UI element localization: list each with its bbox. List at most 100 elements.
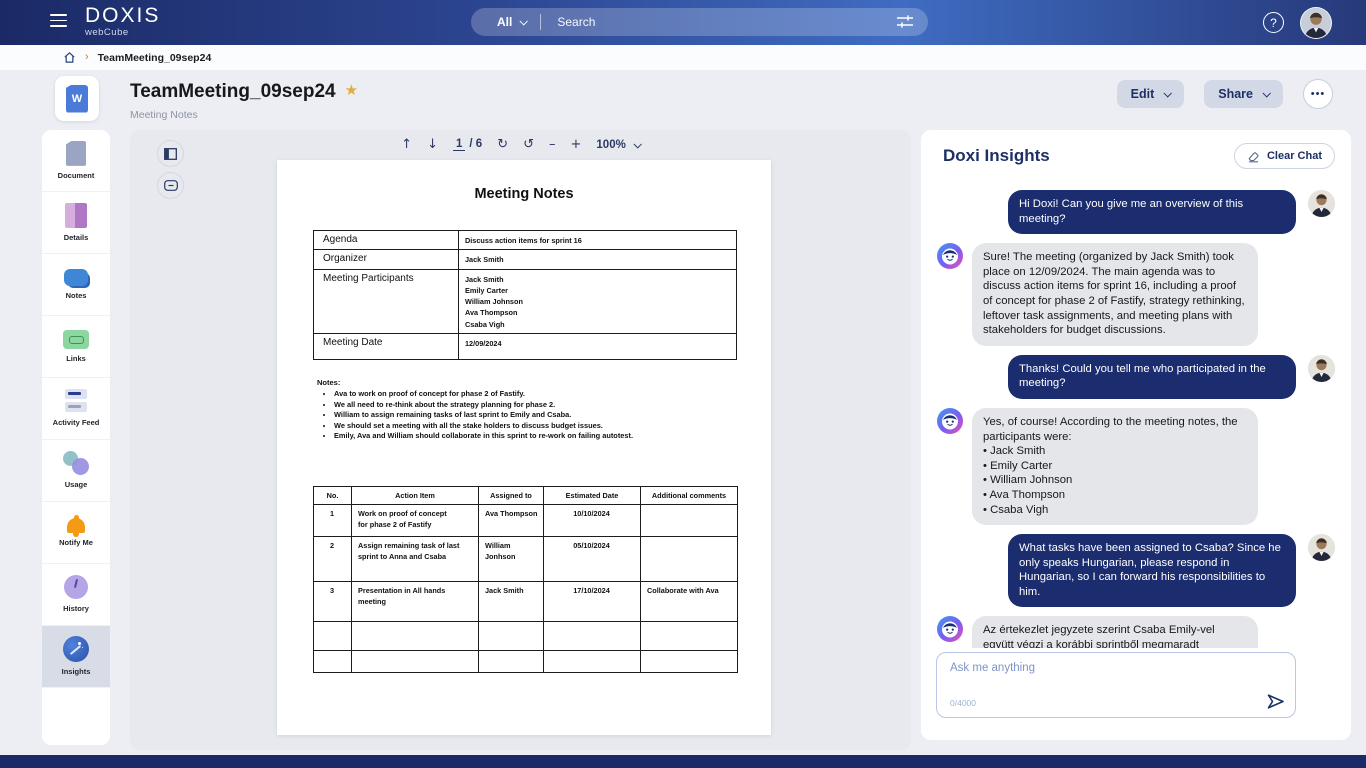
- doxi-bot-avatar: [937, 243, 963, 269]
- zoom-in-button[interactable]: +: [571, 137, 582, 152]
- table-header-row: No. Action Item Assigned to Estimated Da…: [314, 487, 738, 505]
- user-message-bubble: Hi Doxi! Can you give me an overview of …: [1008, 190, 1296, 234]
- top-navbar: DOXIS webCube All Search ?: [0, 0, 1366, 45]
- user-avatar: [1308, 190, 1335, 217]
- table-row: 1 Work on proof of concept for phase 2 o…: [314, 505, 738, 537]
- table-row: Meeting Participants Jack Smith Emily Ca…: [314, 269, 737, 333]
- word-document-icon: W: [66, 85, 88, 113]
- edit-button-label: Edit: [1131, 87, 1155, 101]
- table-row: Agenda Discuss action items for sprint 1…: [314, 231, 737, 250]
- chat-input-box[interactable]: Ask me anything 0/4000: [936, 652, 1296, 718]
- sidebar-item-usage[interactable]: Usage: [42, 440, 110, 502]
- page-number-input[interactable]: 1: [453, 138, 465, 151]
- chat-message-user: Thanks! Could you tell me who participat…: [937, 355, 1335, 399]
- chevron-down-icon: [520, 17, 528, 25]
- search-filter-icon[interactable]: [896, 14, 914, 30]
- sidebar-item-details[interactable]: Details: [42, 192, 110, 254]
- activity-feed-icon: [65, 389, 87, 413]
- document-title: Meeting Notes: [277, 186, 771, 202]
- app-logo: DOXIS webCube: [85, 5, 160, 38]
- search-input[interactable]: Search: [541, 15, 896, 29]
- eraser-icon: [1247, 150, 1260, 163]
- clear-chat-button[interactable]: Clear Chat: [1234, 143, 1335, 169]
- toggle-thumbnails-panel-button[interactable]: [157, 140, 184, 167]
- logo-subtext: webCube: [85, 27, 160, 38]
- zoom-level-value: 100%: [596, 139, 625, 151]
- sidebar-item-activity-feed[interactable]: Activity Feed: [42, 378, 110, 440]
- file-type-card: W: [55, 76, 99, 121]
- help-button[interactable]: ?: [1263, 12, 1284, 33]
- chat-input-placeholder: Ask me anything: [950, 662, 1035, 674]
- rotate-clockwise-button[interactable]: ↻: [497, 137, 508, 152]
- doxi-bot-avatar: [937, 616, 963, 642]
- user-avatar[interactable]: [1300, 7, 1332, 39]
- favorite-star-icon[interactable]: ★: [345, 82, 358, 99]
- note-bullet: William to assign remaining tasks of las…: [334, 410, 737, 421]
- search-scope-dropdown[interactable]: All: [471, 15, 540, 29]
- home-icon[interactable]: [63, 51, 76, 64]
- table-row: 2 Assign remaining task of last sprint t…: [314, 537, 738, 582]
- table-row: [314, 622, 738, 651]
- user-avatar: [1308, 534, 1335, 561]
- rotate-counterclockwise-button[interactable]: ↺: [523, 137, 534, 152]
- zoom-out-button[interactable]: –: [549, 137, 556, 152]
- page-down-button[interactable]: ↓: [427, 137, 438, 152]
- bot-message-bubble: Sure! The meeting (organized by Jack Smi…: [972, 243, 1258, 346]
- breadcrumb-separator-icon: ›: [85, 52, 89, 63]
- doxi-bot-avatar: [937, 408, 963, 434]
- sidebar-item-document[interactable]: Document: [42, 130, 110, 192]
- usage-icon: [63, 451, 90, 475]
- global-search-bar[interactable]: All Search: [471, 8, 928, 36]
- notes-icon: [64, 269, 88, 286]
- user-avatar: [1308, 355, 1335, 382]
- logo-text: DOXIS: [85, 5, 160, 27]
- bottom-bar: [0, 755, 1366, 768]
- breadcrumb-item[interactable]: TeamMeeting_09sep24: [98, 52, 212, 64]
- sidebar-item-insights[interactable]: Insights: [42, 626, 110, 688]
- details-icon: [65, 203, 87, 228]
- sidebar-item-history[interactable]: History: [42, 564, 110, 626]
- links-icon: [63, 330, 89, 349]
- collapse-annotations-button[interactable]: [157, 172, 184, 199]
- left-sidebar: Document Details Notes Links Activity Fe…: [42, 130, 110, 745]
- note-bullet: We all need to re-think about the strate…: [334, 400, 737, 411]
- table-row: Meeting Date 12/09/2024: [314, 334, 737, 360]
- sidebar-item-links[interactable]: Links: [42, 316, 110, 378]
- insights-icon: [63, 636, 89, 662]
- notify-me-bell-icon: [67, 518, 85, 533]
- sidebar-item-notes[interactable]: Notes: [42, 254, 110, 316]
- zoom-level-dropdown[interactable]: 100%: [596, 139, 639, 151]
- sidebar-item-notify-me[interactable]: Notify Me: [42, 502, 110, 564]
- document-viewer: ↑ ↓ 1 / 6 ↻ ↺ – + 100% Meeting Notes Age…: [130, 130, 911, 750]
- note-bullet: We should set a meeting with all the sta…: [334, 421, 737, 432]
- send-icon: [1267, 694, 1284, 709]
- user-message-bubble: Thanks! Could you tell me who participat…: [1008, 355, 1296, 399]
- table-row: 3 Presentation in All hands meeting Jack…: [314, 582, 738, 622]
- insights-panel-title: Doxi Insights: [943, 146, 1050, 166]
- clear-chat-label: Clear Chat: [1267, 150, 1322, 162]
- share-button[interactable]: Share: [1204, 80, 1283, 108]
- search-scope-value: All: [497, 15, 512, 29]
- document-subtitle: Meeting Notes: [130, 109, 358, 121]
- chat-message-user: Hi Doxi! Can you give me an overview of …: [937, 190, 1335, 234]
- page-indicator: 1 / 6: [453, 138, 482, 151]
- chevron-down-icon: [1164, 89, 1172, 97]
- note-bullet: Ava to work on proof of concept for phas…: [334, 389, 737, 400]
- table-row: [314, 651, 738, 673]
- bot-message-bubble: Yes, of course! According to the meeting…: [972, 408, 1258, 525]
- send-button[interactable]: [1267, 694, 1284, 709]
- edit-button[interactable]: Edit: [1117, 80, 1185, 108]
- chevron-down-icon: [1262, 89, 1270, 97]
- note-bullet: Emily, Ava and William should collaborat…: [334, 431, 737, 442]
- hamburger-menu-icon[interactable]: [50, 14, 67, 27]
- doxi-insights-panel: Doxi Insights Clear Chat Hi Doxi! Can yo…: [921, 130, 1351, 740]
- document-icon: [66, 141, 86, 166]
- chat-message-user: What tasks have been assigned to Csaba? …: [937, 534, 1335, 607]
- page-up-button[interactable]: ↑: [401, 137, 412, 152]
- bot-message-bubble: Az értekezlet jegyzete szerint Csaba Emi…: [972, 616, 1258, 648]
- document-page: Meeting Notes Agenda Discuss action item…: [277, 160, 771, 735]
- chat-message-bot: Az értekezlet jegyzete szerint Csaba Emi…: [937, 616, 1335, 648]
- chat-history[interactable]: Hi Doxi! Can you give me an overview of …: [921, 182, 1351, 648]
- page-title: TeamMeeting_09sep24: [130, 81, 336, 102]
- more-options-button[interactable]: •••: [1303, 79, 1333, 109]
